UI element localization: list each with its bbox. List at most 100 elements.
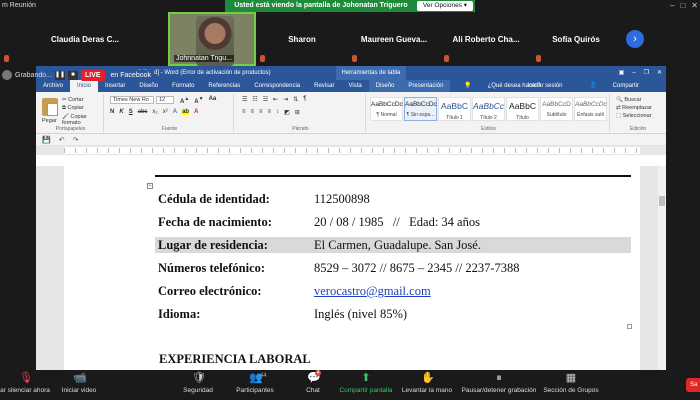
align-left-icon[interactable]: ≡ (242, 109, 246, 116)
tab-presentacion[interactable]: Presentación (401, 80, 451, 92)
change-case-icon[interactable]: Aa (209, 96, 217, 105)
select-button[interactable]: ⬚ Seleccionar (616, 113, 652, 119)
share-screen-button[interactable]: ⬆ Compartir pantalla (334, 372, 398, 394)
table-move-handle-icon[interactable]: + (147, 183, 153, 189)
text-effects-icon[interactable]: A (173, 109, 177, 115)
minimize-icon[interactable]: – (670, 0, 674, 12)
email-link[interactable]: verocastro@gmail.com (314, 284, 431, 298)
style-subtitle[interactable]: AaBbCcD Subtítulo (540, 97, 573, 121)
table-resize-handle-icon[interactable] (627, 324, 632, 329)
find-button[interactable]: 🔍 Buscar (616, 97, 652, 103)
vertical-scrollbar[interactable] (658, 166, 666, 370)
participant-tile[interactable]: Sofía Quirós (532, 12, 620, 66)
close-icon[interactable]: ✕ (691, 0, 698, 12)
line-spacing-icon[interactable]: ↕ (276, 109, 279, 116)
document-page[interactable]: + Cédula de identidad: 112500898 Fecha d… (64, 166, 640, 370)
maximize-icon[interactable]: □ (680, 0, 685, 12)
stop-icon[interactable]: ■ (67, 70, 78, 80)
participant-video-tile[interactable]: Johnnatan Trigu... (168, 12, 256, 66)
highlight-icon[interactable]: ab (182, 109, 190, 115)
borders-icon[interactable]: ⊞ (295, 109, 300, 116)
sign-in-link[interactable]: Iniciar sesión (520, 80, 569, 92)
scrollbar-thumb[interactable] (659, 196, 665, 206)
italic-icon[interactable]: K (119, 109, 123, 115)
field-value: El Carmen, Guadalupe. San José. (314, 238, 481, 252)
grow-font-icon[interactable]: A▲ (180, 96, 189, 105)
participant-tile[interactable]: Maureen Gueva... (348, 12, 440, 66)
chevron-right-icon[interactable]: › (626, 30, 644, 48)
breakout-rooms-button[interactable]: ▦ Sección de Grupos (542, 372, 600, 394)
style-title[interactable]: AaBbC Título (506, 97, 539, 121)
subscript-icon[interactable]: x₂ (152, 109, 157, 115)
tab-referencias[interactable]: Referencias (201, 80, 247, 92)
shrink-font-icon[interactable]: A▼ (194, 96, 203, 105)
minimize-icon[interactable]: – (632, 66, 635, 80)
cut-button[interactable]: ✂ Cortar (62, 97, 103, 103)
share-button[interactable]: 👤 Compartir (576, 80, 654, 92)
align-right-icon[interactable]: ≡ (259, 109, 263, 116)
justify-icon[interactable]: ≡ (268, 109, 272, 116)
increase-indent-icon[interactable]: ⇥ (283, 96, 288, 103)
sort-icon[interactable]: ⇅ (293, 96, 298, 103)
multilevel-list-icon[interactable]: ☱ (263, 96, 268, 103)
font-size-dropdown[interactable]: 12 (156, 96, 174, 104)
participants-count: 44 (260, 373, 267, 379)
participant-tile[interactable]: Claudia Deras C... (0, 12, 170, 66)
participants-button[interactable]: 👥 44 Participantes (230, 372, 280, 394)
share-screen-label: Compartir pantalla (339, 387, 393, 394)
save-icon[interactable]: 💾 (42, 136, 51, 144)
participant-tile[interactable]: Sharon (256, 12, 348, 66)
style-no-spacing[interactable]: AaBbCcDc ¶ Sin espa... (404, 97, 437, 121)
style-normal[interactable]: AaBbCcDc ¶ Normal (370, 97, 403, 121)
shading-icon[interactable]: ◩ (284, 109, 290, 116)
style-heading-1[interactable]: AaBbC Título 1 (438, 97, 471, 121)
bullets-icon[interactable]: ☰ (242, 96, 247, 103)
font-color-icon[interactable]: A (194, 109, 198, 115)
paste-button[interactable]: Pegar (42, 118, 57, 124)
style-sample: AaBbCcDc (405, 101, 437, 108)
tab-revisar[interactable]: Revisar (307, 80, 341, 92)
pause-icon[interactable]: ❚❚ (54, 70, 65, 80)
font-name-dropdown[interactable]: Times New Ro (110, 96, 154, 104)
tab-correspondencia[interactable]: Correspondencia (247, 80, 307, 92)
ribbon-options-icon[interactable]: ▣ (619, 66, 625, 80)
view-options-button[interactable]: Ver Opciones ▾ (416, 1, 473, 11)
undo-icon[interactable]: ↶ (59, 136, 65, 144)
format-painter-button[interactable]: 🖌 Copiar formato (62, 114, 103, 126)
security-button[interactable]: 🛡 Seguridad (176, 372, 220, 394)
field-label: Correo electrónico: (158, 284, 262, 298)
redo-icon[interactable]: ↷ (73, 136, 79, 144)
group-label: Párrafo (292, 126, 309, 132)
pause-recording-button[interactable]: ⏸ Pausar/detener grabación (458, 372, 540, 394)
tab-table-design[interactable]: Diseño (368, 80, 402, 92)
style-subtle-emphasis[interactable]: AaBbCcDc Énfasis sutil (574, 97, 607, 121)
decrease-indent-icon[interactable]: ⇤ (273, 96, 278, 103)
tab-vista[interactable]: Vista (341, 80, 368, 92)
bold-icon[interactable]: N (110, 109, 114, 115)
participant-tile[interactable]: Ali Roberto Cha... (440, 12, 532, 66)
end-meeting-button[interactable]: Sa (686, 378, 700, 392)
paste-icon[interactable] (42, 98, 58, 116)
raise-hand-button[interactable]: ✋ Levantar la mano (400, 372, 454, 394)
underline-icon[interactable]: S (129, 109, 133, 115)
style-sample: AaBbCcDc (371, 101, 403, 108)
mute-button[interactable]: 🎙 ar silenciar ahora (0, 372, 50, 394)
numbering-icon[interactable]: ☷ (252, 96, 257, 103)
tab-formato[interactable]: Formato (165, 80, 201, 92)
show-marks-icon[interactable]: ¶ (303, 96, 306, 103)
style-heading-2[interactable]: AaBbCc Título 2 (472, 97, 505, 121)
replace-button[interactable]: ⇄ Reemplazar (616, 105, 652, 111)
start-video-button[interactable]: 📹 Iniciar video (56, 372, 102, 394)
superscript-icon[interactable]: x² (163, 109, 168, 115)
pause-record-label: Pausar/detener grabación (461, 387, 537, 394)
align-center-icon[interactable]: ≡ (251, 109, 255, 116)
copy-button[interactable]: ⧉ Copiar (62, 105, 103, 112)
style-name: Título 2 (480, 115, 497, 121)
horizontal-ruler[interactable] (36, 146, 666, 155)
share-banner-text: Usted está viendo la pantalla de Johonat… (234, 2, 408, 9)
chat-button[interactable]: 💬 4 Chat (296, 370, 330, 394)
strikethrough-icon[interactable]: abc (138, 109, 148, 115)
close-icon[interactable]: ✕ (657, 66, 662, 80)
restore-icon[interactable]: ❐ (644, 66, 649, 80)
participant-strip: Claudia Deras C... Johnnatan Trigu... Sh… (0, 12, 700, 66)
